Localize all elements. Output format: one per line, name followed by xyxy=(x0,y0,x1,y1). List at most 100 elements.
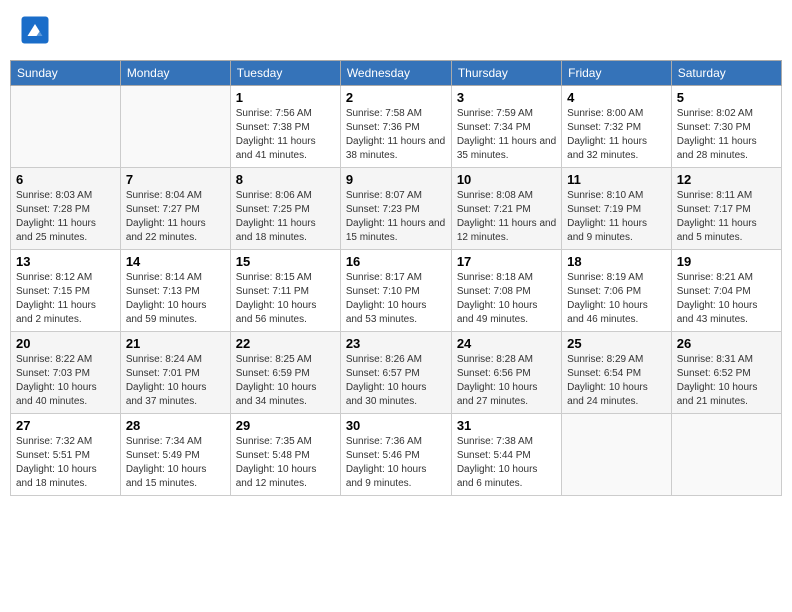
day-number: 28 xyxy=(126,418,225,433)
day-number: 3 xyxy=(457,90,556,105)
day-of-week-header: Friday xyxy=(562,61,672,86)
calendar-day-cell xyxy=(671,414,781,496)
day-number: 7 xyxy=(126,172,225,187)
day-of-week-header: Wednesday xyxy=(340,61,451,86)
calendar-day-cell: 5 Sunrise: 8:02 AMSunset: 7:30 PMDaylight… xyxy=(671,86,781,168)
calendar-day-cell: 19 Sunrise: 8:21 AMSunset: 7:04 PMDayligh… xyxy=(671,250,781,332)
day-info: Sunrise: 8:31 AMSunset: 6:52 PMDaylight:… xyxy=(677,353,776,409)
day-number: 6 xyxy=(16,172,115,187)
day-info: Sunrise: 8:18 AMSunset: 7:08 PMDaylight:… xyxy=(457,271,556,327)
calendar-day-cell: 12 Sunrise: 8:11 AMSunset: 7:17 PMDayligh… xyxy=(671,168,781,250)
day-number: 1 xyxy=(236,90,335,105)
calendar-day-cell: 21Sunrise: 8:24 AMSunset: 7:01 PMDayligh… xyxy=(120,332,230,414)
calendar-week-row: 13 Sunrise: 8:12 AMSunset: 7:15 PMDayligh… xyxy=(11,250,782,332)
day-info: Sunrise: 8:10 AMSunset: 7:19 PMDaylight:… xyxy=(567,189,666,245)
calendar-day-cell: 9 Sunrise: 8:07 AMSunset: 7:23 PMDaylight… xyxy=(340,168,451,250)
day-info: Sunrise: 7:59 AMSunset: 7:34 PMDaylight:… xyxy=(457,107,556,163)
day-info: Sunrise: 8:21 AMSunset: 7:04 PMDaylight:… xyxy=(677,271,776,327)
calendar-day-cell: 31 Sunrise: 7:38 AMSunset: 5:44 PMDayligh… xyxy=(451,414,561,496)
calendar-day-cell: 15 Sunrise: 8:15 AMSunset: 7:11 PMDayligh… xyxy=(230,250,340,332)
day-number: 10 xyxy=(457,172,556,187)
day-info: Sunrise: 8:17 AMSunset: 7:10 PMDaylight:… xyxy=(346,271,446,327)
calendar-day-cell: 22 Sunrise: 8:25 AMSunset: 6:59 PMDayligh… xyxy=(230,332,340,414)
day-of-week-header: Saturday xyxy=(671,61,781,86)
day-number: 9 xyxy=(346,172,446,187)
calendar-week-row: 27 Sunrise: 7:32 AMSunset: 5:51 PMDayligh… xyxy=(11,414,782,496)
calendar-table: SundayMondayTuesdayWednesdayThursdayFrid… xyxy=(10,60,782,496)
calendar-day-cell: 13 Sunrise: 8:12 AMSunset: 7:15 PMDayligh… xyxy=(11,250,121,332)
day-number: 26 xyxy=(677,336,776,351)
day-number: 18 xyxy=(567,254,666,269)
calendar-day-cell: 27 Sunrise: 7:32 AMSunset: 5:51 PMDayligh… xyxy=(11,414,121,496)
day-info: Sunrise: 8:08 AMSunset: 7:21 PMDaylight:… xyxy=(457,189,556,245)
day-number: 14 xyxy=(126,254,225,269)
day-info: Sunrise: 8:11 AMSunset: 7:17 PMDaylight:… xyxy=(677,189,776,245)
day-number: 23 xyxy=(346,336,446,351)
calendar-day-cell: 3 Sunrise: 7:59 AMSunset: 7:34 PMDaylight… xyxy=(451,86,561,168)
day-number: 15 xyxy=(236,254,335,269)
calendar-day-cell: 20Sunrise: 8:22 AMSunset: 7:03 PMDayligh… xyxy=(11,332,121,414)
calendar-day-cell: 4Sunrise: 8:00 AMSunset: 7:32 PMDaylight… xyxy=(562,86,672,168)
calendar-day-cell: 14 Sunrise: 8:14 AMSunset: 7:13 PMDayligh… xyxy=(120,250,230,332)
day-info: Sunrise: 8:12 AMSunset: 7:15 PMDaylight:… xyxy=(16,271,115,327)
day-info: Sunrise: 7:32 AMSunset: 5:51 PMDaylight:… xyxy=(16,435,115,491)
calendar-header-row: SundayMondayTuesdayWednesdayThursdayFrid… xyxy=(11,61,782,86)
day-number: 16 xyxy=(346,254,446,269)
day-info: Sunrise: 8:07 AMSunset: 7:23 PMDaylight:… xyxy=(346,189,446,245)
calendar-day-cell xyxy=(11,86,121,168)
day-info: Sunrise: 8:28 AMSunset: 6:56 PMDaylight:… xyxy=(457,353,556,409)
calendar-day-cell: 17Sunrise: 8:18 AMSunset: 7:08 PMDayligh… xyxy=(451,250,561,332)
day-info: Sunrise: 8:02 AMSunset: 7:30 PMDaylight:… xyxy=(677,107,776,163)
day-of-week-header: Tuesday xyxy=(230,61,340,86)
day-of-week-header: Monday xyxy=(120,61,230,86)
day-number: 30 xyxy=(346,418,446,433)
day-info: Sunrise: 8:26 AMSunset: 6:57 PMDaylight:… xyxy=(346,353,446,409)
day-number: 8 xyxy=(236,172,335,187)
day-number: 11 xyxy=(567,172,666,187)
calendar-day-cell: 18 Sunrise: 8:19 AMSunset: 7:06 PMDayligh… xyxy=(562,250,672,332)
day-number: 27 xyxy=(16,418,115,433)
day-info: Sunrise: 8:25 AMSunset: 6:59 PMDaylight:… xyxy=(236,353,335,409)
day-number: 21 xyxy=(126,336,225,351)
calendar-day-cell: 1Sunrise: 7:56 AMSunset: 7:38 PMDaylight… xyxy=(230,86,340,168)
day-number: 5 xyxy=(677,90,776,105)
calendar-day-cell: 29Sunrise: 7:35 AMSunset: 5:48 PMDayligh… xyxy=(230,414,340,496)
logo xyxy=(20,15,52,45)
calendar-day-cell xyxy=(562,414,672,496)
day-number: 24 xyxy=(457,336,556,351)
day-info: Sunrise: 7:58 AMSunset: 7:36 PMDaylight:… xyxy=(346,107,446,163)
calendar-week-row: 20Sunrise: 8:22 AMSunset: 7:03 PMDayligh… xyxy=(11,332,782,414)
calendar-day-cell: 25 Sunrise: 8:29 AMSunset: 6:54 PMDayligh… xyxy=(562,332,672,414)
day-info: Sunrise: 8:03 AMSunset: 7:28 PMDaylight:… xyxy=(16,189,115,245)
day-number: 22 xyxy=(236,336,335,351)
day-info: Sunrise: 7:38 AMSunset: 5:44 PMDaylight:… xyxy=(457,435,556,491)
page-header xyxy=(10,10,782,50)
day-info: Sunrise: 8:29 AMSunset: 6:54 PMDaylight:… xyxy=(567,353,666,409)
calendar-day-cell: 7 Sunrise: 8:04 AMSunset: 7:27 PMDaylight… xyxy=(120,168,230,250)
day-info: Sunrise: 8:15 AMSunset: 7:11 PMDaylight:… xyxy=(236,271,335,327)
day-info: Sunrise: 8:04 AMSunset: 7:27 PMDaylight:… xyxy=(126,189,225,245)
calendar-day-cell: 30Sunrise: 7:36 AMSunset: 5:46 PMDayligh… xyxy=(340,414,451,496)
calendar-day-cell: 28Sunrise: 7:34 AMSunset: 5:49 PMDayligh… xyxy=(120,414,230,496)
day-number: 13 xyxy=(16,254,115,269)
day-info: Sunrise: 8:19 AMSunset: 7:06 PMDaylight:… xyxy=(567,271,666,327)
calendar-day-cell: 23 Sunrise: 8:26 AMSunset: 6:57 PMDayligh… xyxy=(340,332,451,414)
day-number: 12 xyxy=(677,172,776,187)
day-number: 31 xyxy=(457,418,556,433)
day-info: Sunrise: 8:06 AMSunset: 7:25 PMDaylight:… xyxy=(236,189,335,245)
calendar-week-row: 1Sunrise: 7:56 AMSunset: 7:38 PMDaylight… xyxy=(11,86,782,168)
logo-icon xyxy=(20,15,50,45)
calendar-day-cell: 24 Sunrise: 8:28 AMSunset: 6:56 PMDayligh… xyxy=(451,332,561,414)
calendar-day-cell: 2 Sunrise: 7:58 AMSunset: 7:36 PMDaylight… xyxy=(340,86,451,168)
calendar-day-cell: 10 Sunrise: 8:08 AMSunset: 7:21 PMDayligh… xyxy=(451,168,561,250)
calendar-day-cell: 11 Sunrise: 8:10 AMSunset: 7:19 PMDayligh… xyxy=(562,168,672,250)
day-number: 19 xyxy=(677,254,776,269)
day-number: 20 xyxy=(16,336,115,351)
day-of-week-header: Thursday xyxy=(451,61,561,86)
calendar-week-row: 6 Sunrise: 8:03 AMSunset: 7:28 PMDaylight… xyxy=(11,168,782,250)
calendar-day-cell: 8 Sunrise: 8:06 AMSunset: 7:25 PMDaylight… xyxy=(230,168,340,250)
day-number: 2 xyxy=(346,90,446,105)
calendar-day-cell: 16 Sunrise: 8:17 AMSunset: 7:10 PMDayligh… xyxy=(340,250,451,332)
day-number: 25 xyxy=(567,336,666,351)
day-info: Sunrise: 8:14 AMSunset: 7:13 PMDaylight:… xyxy=(126,271,225,327)
